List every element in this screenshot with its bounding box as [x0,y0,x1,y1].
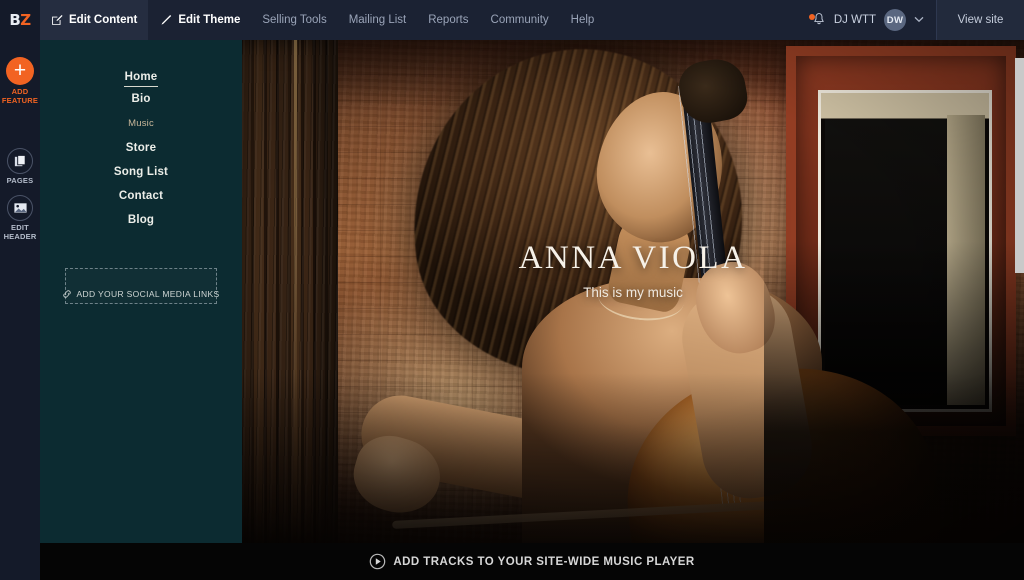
pages-label: PAGES [6,176,34,185]
sitenav-item-song-list[interactable]: Song List [40,160,242,184]
sitenav-item-home[interactable]: Home [124,65,158,87]
link-icon [62,289,72,299]
edit-square-icon [51,14,63,26]
top-menu: Edit Content Edit Theme Selling Tools Ma… [40,0,605,40]
sitenav-item-bio[interactable]: Bio [40,87,242,111]
pages-button[interactable]: PAGES [0,148,40,186]
tab-community[interactable]: Community [480,0,560,40]
tab-mailing-list-label: Mailing List [348,14,407,26]
image-icon [7,195,33,221]
add-feature-label: ADD FEATURE [1,87,39,105]
bandzoogle-logo[interactable]: BZ [0,0,40,40]
tab-mailing-list[interactable]: Mailing List [338,0,418,40]
app-root: BZ Edit Content Edit Theme Selling Tools… [0,0,1024,580]
site-navigation-panel: Home Bio Music Store Song List Contact B… [40,40,242,543]
pencil-icon [159,14,172,27]
bell-icon[interactable] [808,12,826,28]
tab-help[interactable]: Help [560,0,606,40]
avatar[interactable]: DW [884,9,906,31]
logo-letter-z: Z [20,10,31,29]
top-navigation-bar: BZ Edit Content Edit Theme Selling Tools… [0,0,1024,40]
chevron-down-icon[interactable] [914,15,924,26]
site-preview-canvas[interactable]: ANNA VIOLA This is my music [242,40,1024,543]
hero-image: ANNA VIOLA This is my music [242,40,1024,543]
hero-subtitle: This is my music [583,285,683,300]
tab-edit-content-label: Edit Content [69,14,138,26]
sitenav-item-contact[interactable]: Contact [40,184,242,208]
view-site-label: View site [957,14,1004,26]
tab-edit-theme[interactable]: Edit Theme [148,0,251,40]
tab-edit-content[interactable]: Edit Content [40,0,149,40]
notification-dot [808,14,815,20]
edit-header-label: EDIT HEADER [3,223,37,241]
add-tracks-label: ADD TRACKS TO YOUR SITE-WIDE MUSIC PLAYE… [393,555,695,568]
view-site-button[interactable]: View site [936,0,1024,40]
page-scrollbar[interactable] [1015,40,1024,543]
tab-edit-theme-label: Edit Theme [178,14,241,26]
sitenav-item-music[interactable]: Music [40,111,242,136]
tab-community-label: Community [490,14,549,26]
tab-help-label: Help [570,14,595,26]
site-nav-list: Home Bio Music Store Song List Contact B… [40,40,242,232]
add-social-media-links-label: ADD YOUR SOCIAL MEDIA LINKS [76,289,220,299]
sitenav-item-store[interactable]: Store [40,136,242,160]
edit-header-button[interactable]: EDIT HEADER [0,195,40,241]
tab-selling-tools[interactable]: Selling Tools [251,0,337,40]
plus-icon: + [6,57,34,85]
bottom-left-filler [0,543,40,580]
add-tracks-bar[interactable]: ADD TRACKS TO YOUR SITE-WIDE MUSIC PLAYE… [40,543,1024,580]
add-feature-button[interactable]: + ADD FEATURE [0,57,40,105]
account-menu[interactable]: DJ WTT DW [802,0,936,40]
account-name: DJ WTT [833,14,876,26]
sitenav-item-blog[interactable]: Blog [40,208,242,232]
left-tool-rail: + ADD FEATURE PAGES EDIT HEADER [0,40,40,580]
hero-title: ANNA VIOLA [518,240,748,276]
top-bar-right-group: DJ WTT DW View site [802,0,1024,40]
tab-selling-tools-label: Selling Tools [262,14,327,26]
scrollbar-thumb[interactable] [1015,58,1024,273]
tab-reports[interactable]: Reports [417,0,479,40]
bottom-shadow-overlay [242,373,1024,543]
add-social-media-links-button[interactable]: ADD YOUR SOCIAL MEDIA LINKS [62,268,220,304]
tab-reports-label: Reports [428,14,469,26]
play-circle-icon [369,553,386,570]
logo-letter-b: B [9,10,21,29]
pages-icon [7,148,33,174]
